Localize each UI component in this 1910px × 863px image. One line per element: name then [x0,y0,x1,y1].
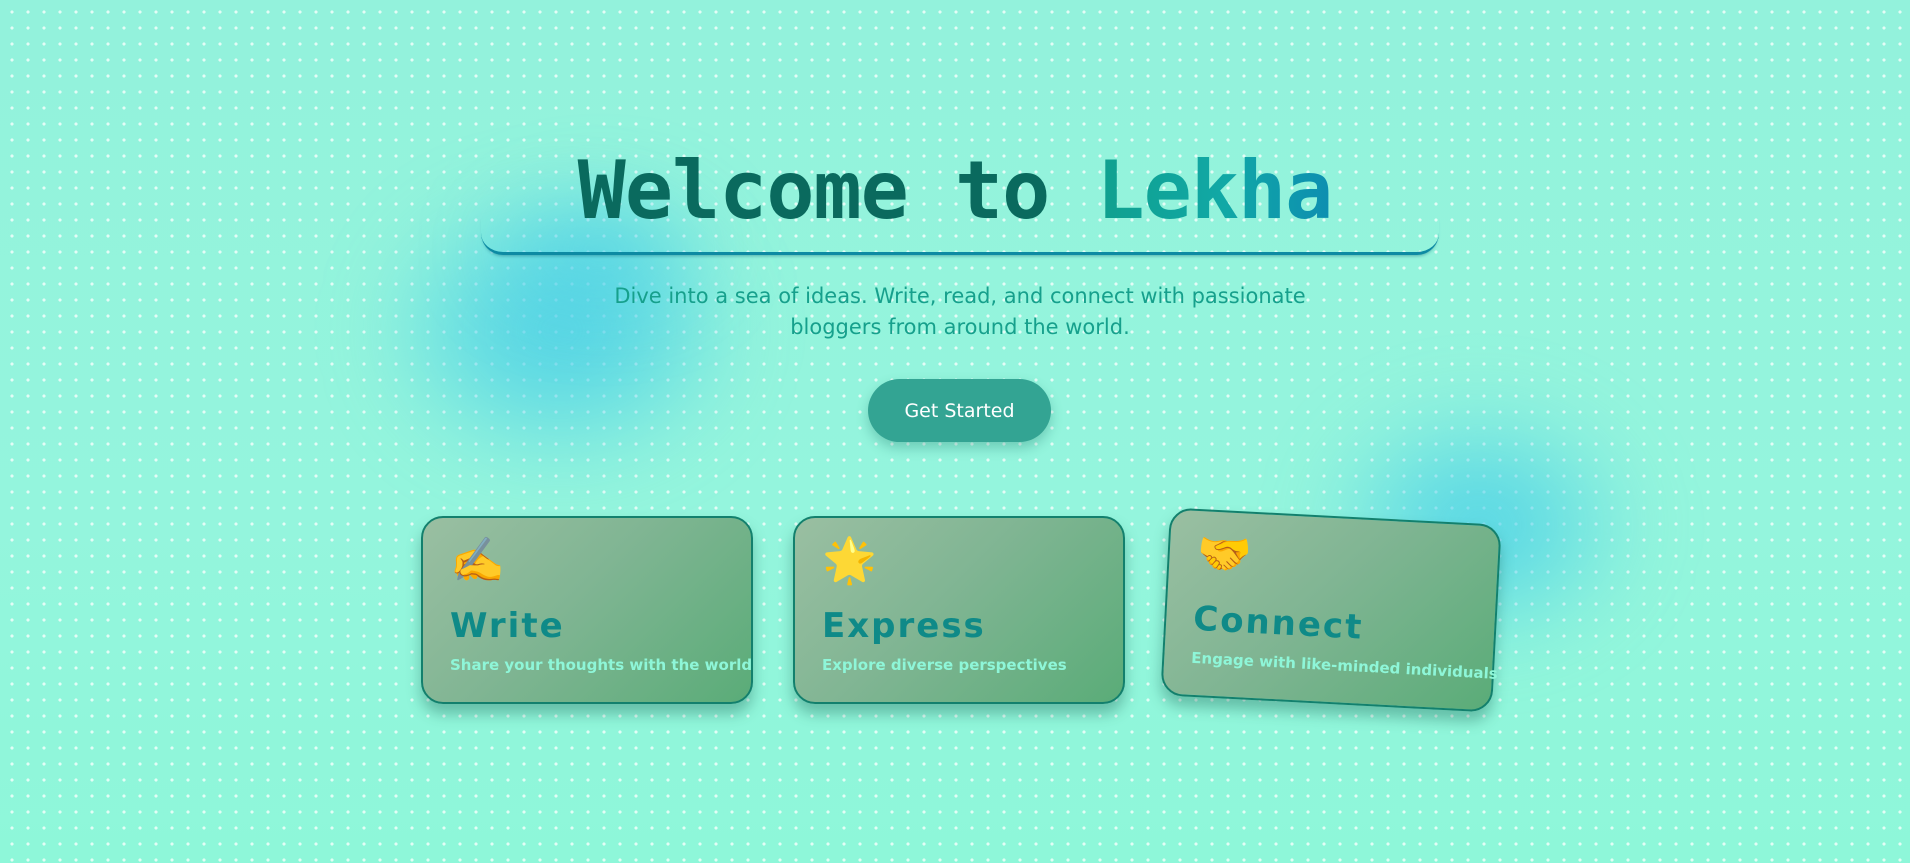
card-description: Share your thoughts with the world [450,656,753,674]
writing-hand-icon: ✍️ [450,535,505,586]
get-started-button[interactable]: Get Started [868,379,1051,442]
hero-section: Welcome to Lekha Dive into a sea of idea… [0,0,1910,863]
card-title: Write [450,606,565,646]
glowing-star-icon: 🌟 [822,535,877,586]
feature-card-write[interactable]: ✍️ Write Share your thoughts with the wo… [421,516,753,704]
card-title: Connect [1192,598,1365,648]
card-title: Express [822,606,986,646]
feature-card-connect[interactable]: 🤝 Connect Engage with like-minded indivi… [1160,507,1502,713]
handshake-icon: 🤝 [1195,527,1253,582]
title-underline [481,216,1439,255]
card-description: Engage with like-minded individuals [1190,648,1499,683]
card-description: Explore diverse perspectives [822,656,1067,674]
hero-subtitle: Dive into a sea of ideas. Write, read, a… [614,284,1306,339]
feature-card-express[interactable]: 🌟 Express Explore diverse perspectives [793,516,1125,704]
